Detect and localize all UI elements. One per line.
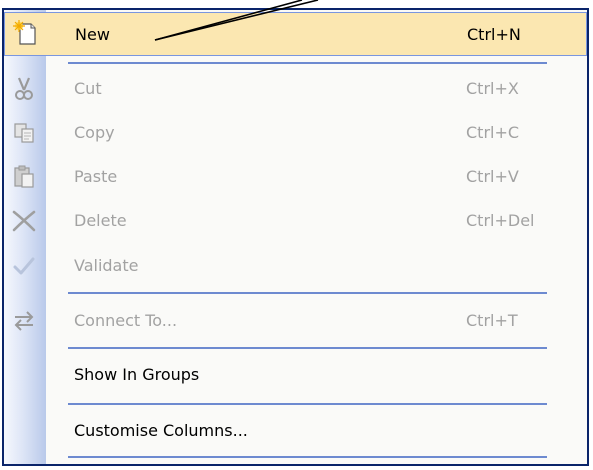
menu-item-label: Delete — [74, 211, 127, 230]
menu-item-customise-columns[interactable]: Customise Columns... — [4, 411, 587, 451]
menu-item-label: New — [75, 25, 110, 44]
menu-item-cut[interactable]: Cut Ctrl+X — [4, 69, 587, 109]
screen: New Ctrl+N Cut Ctrl+X Copy Ctrl+C Paste … — [0, 0, 593, 470]
menu-item-label: Show In Groups — [74, 365, 200, 384]
menu-item-shortcut: Ctrl+T — [466, 311, 518, 330]
menu-item-label: Customise Columns... — [74, 421, 248, 440]
menu-item-label: Copy — [74, 123, 115, 142]
menu-item-copy[interactable]: Copy Ctrl+C — [4, 113, 587, 153]
connect-arrows-icon — [10, 308, 38, 334]
menu-item-label: Cut — [74, 79, 102, 98]
menu-item-shortcut: Ctrl+C — [466, 123, 520, 142]
menu-item-label: Paste — [74, 167, 118, 186]
menu-separator — [68, 347, 547, 349]
delete-x-icon — [10, 208, 38, 234]
menu-item-shortcut: Ctrl+N — [467, 25, 521, 44]
menu-item-shortcut: Ctrl+X — [466, 79, 519, 98]
menu-item-connect-to[interactable]: Connect To... Ctrl+T — [4, 301, 587, 341]
menu-item-shortcut: Ctrl+V — [466, 167, 519, 186]
menu-separator — [68, 456, 547, 458]
menu-item-shortcut: Ctrl+Del — [466, 211, 535, 230]
menu-item-delete[interactable]: Delete Ctrl+Del — [4, 201, 587, 241]
menu-item-label: Validate — [74, 256, 139, 275]
menu-item-new[interactable]: New Ctrl+N — [4, 12, 587, 56]
menu-separator — [68, 62, 547, 64]
menu-separator — [68, 403, 547, 405]
context-menu: New Ctrl+N Cut Ctrl+X Copy Ctrl+C Paste … — [2, 8, 589, 466]
menu-item-validate[interactable]: Validate — [4, 246, 587, 286]
menu-item-paste[interactable]: Paste Ctrl+V — [4, 157, 587, 197]
new-document-icon — [11, 20, 39, 46]
scissors-icon — [10, 76, 38, 102]
paste-icon — [10, 164, 38, 190]
menu-item-show-in-groups[interactable]: Show In Groups — [4, 355, 587, 395]
menu-separator — [68, 292, 547, 294]
checkmark-icon — [10, 253, 38, 279]
copy-icon — [10, 120, 38, 146]
menu-item-label: Connect To... — [74, 311, 178, 330]
